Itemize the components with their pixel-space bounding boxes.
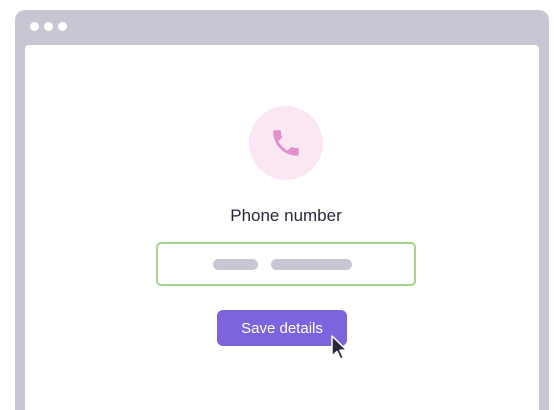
phone-number-input[interactable]	[156, 242, 416, 286]
window-control-dot[interactable]	[30, 22, 39, 31]
input-text-placeholder-bar	[271, 259, 352, 270]
phone-number-label: Phone number	[230, 206, 342, 225]
browser-window: Phone number Save details	[15, 10, 549, 410]
save-details-button[interactable]: Save details	[217, 310, 347, 346]
window-controls	[30, 22, 67, 31]
phone-icon	[273, 130, 299, 156]
phone-icon-badge	[249, 106, 323, 180]
window-control-dot[interactable]	[58, 22, 67, 31]
window-control-dot[interactable]	[44, 22, 53, 31]
input-text-placeholder-bar	[213, 259, 258, 270]
mouse-pointer-icon	[331, 335, 348, 360]
content-panel: Phone number Save details	[25, 45, 539, 410]
